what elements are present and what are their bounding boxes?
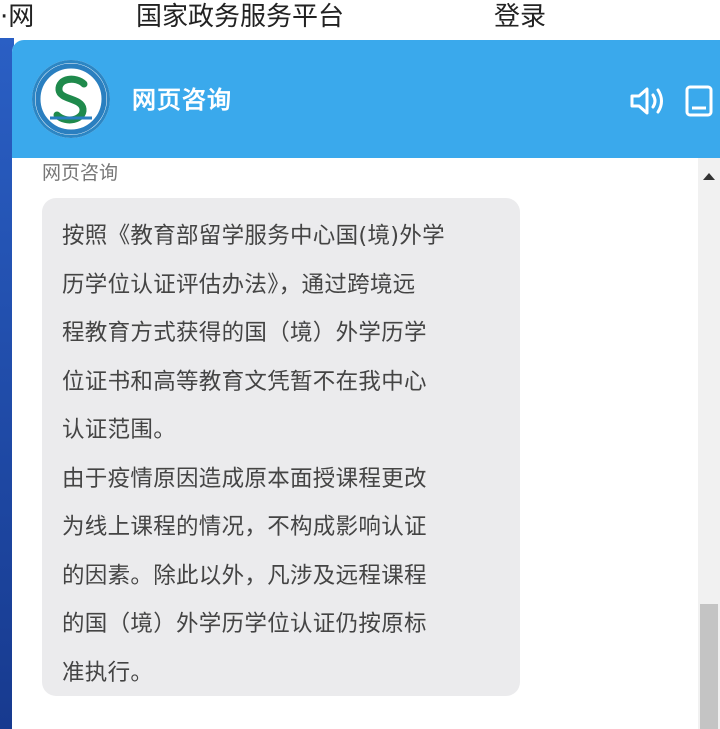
minimize-icon[interactable] bbox=[684, 84, 716, 118]
scroll-up-arrow-icon[interactable] bbox=[698, 166, 720, 186]
sender-label: 网页咨询 bbox=[42, 162, 119, 184]
service-center-logo-icon bbox=[32, 60, 110, 138]
message-bubble: 按照《教育部留学服务中心国(境)外学 历学位认证评估办法》，通过跨境远 程教育方… bbox=[42, 198, 520, 696]
chat-header-title: 网页咨询 bbox=[132, 86, 232, 114]
speaker-icon[interactable] bbox=[628, 84, 668, 118]
message-line: 的因素。除此以外，凡涉及远程课程 bbox=[62, 562, 427, 589]
chat-body: 网页咨询 按照《教育部留学服务中心国(境)外学 历学位认证评估办法》，通过跨境远… bbox=[12, 158, 720, 729]
scroll-thumb[interactable] bbox=[700, 604, 718, 729]
top-navigation: ·网 国家政务服务平台 登录 bbox=[0, 0, 720, 38]
chat-scrollbar[interactable] bbox=[698, 158, 720, 729]
message-line: 认证范围。 bbox=[62, 417, 177, 443]
message-line: 程教育方式获得的国（境）外学历学 bbox=[62, 320, 427, 346]
nav-site-link[interactable]: ·网 bbox=[0, 0, 34, 34]
chat-header: 网页咨询 bbox=[12, 40, 720, 158]
message-line: 历学位认证评估办法》，通过跨境远 bbox=[62, 271, 416, 298]
message-line: 准执行。 bbox=[62, 659, 154, 686]
message-line: 为线上课程的情况，不构成影响认证 bbox=[62, 514, 427, 540]
message-line: 的国（境）外学历学位认证仍按原标 bbox=[62, 611, 427, 637]
message-line: 按照《教育部留学服务中心国(境)外学 bbox=[62, 223, 445, 249]
message-line: 位证书和高等教育文凭暂不在我中心 bbox=[62, 368, 427, 395]
message-line: 由于疫情原因造成原本面授课程更改 bbox=[62, 465, 427, 492]
nav-gov-platform-link[interactable]: 国家政务服务平台 bbox=[136, 0, 344, 34]
chat-window: 网页咨询 网页咨询 按照《教育部留学服务中心国(境)外学 历学位认证评估办法》，… bbox=[12, 40, 720, 729]
nav-login-link[interactable]: 登录 bbox=[494, 0, 546, 34]
